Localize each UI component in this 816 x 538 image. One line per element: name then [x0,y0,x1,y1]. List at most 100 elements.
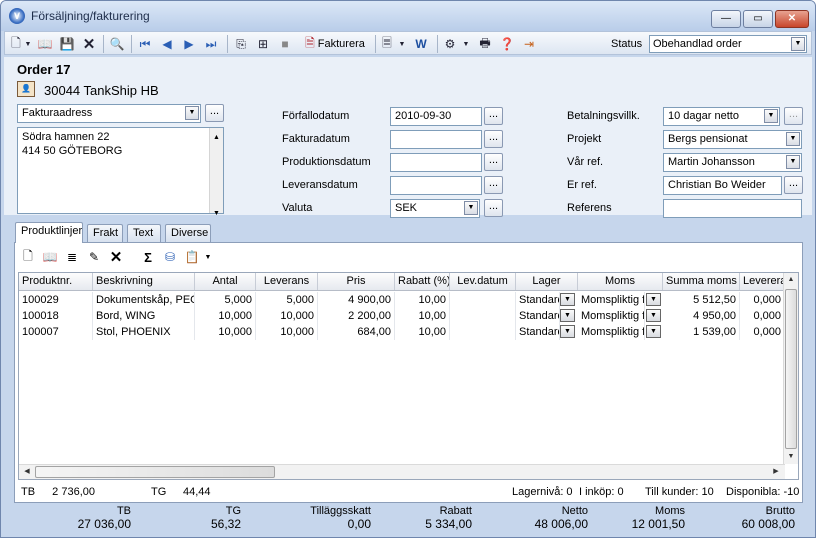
chevron-down-icon[interactable]: ▼ [646,309,661,322]
cell-delivery[interactable]: 5,000 [256,292,318,308]
cell-to-deliver[interactable]: 0,000 [740,324,785,340]
chevron-down-icon[interactable]: ▼ [646,325,661,338]
catalog-icon[interactable]: 📖 [41,248,59,266]
new-document-icon[interactable]: 🗋 [9,35,23,53]
invoice-date-picker-button[interactable]: ... [484,130,503,148]
tab-product-lines[interactable]: Produktlinjer [15,222,83,243]
print-icon[interactable]: 🖶 [475,35,495,53]
chevron-down-icon[interactable]: ▼ [464,201,478,215]
chevron-down-icon[interactable]: ▼ [764,109,778,123]
save-icon[interactable]: 💾 [57,35,77,53]
delete-row-icon[interactable]: ✕ [107,248,125,266]
cell-quantity[interactable]: 10,000 [195,324,256,340]
scroll-left-icon[interactable]: ◀ [20,467,34,475]
cell-vat[interactable]: Momspliktig fö [578,292,645,308]
our-ref-select[interactable]: Martin Johansson ▼ [663,153,802,172]
column-header-discount[interactable]: Rabatt (%) [395,273,450,290]
cell-discount[interactable]: 10,00 [395,292,450,308]
cell-description[interactable]: Bord, WING [93,308,195,324]
grid-vertical-scrollbar[interactable]: ▲ ▼ [783,273,798,464]
chevron-down-icon[interactable]: ▼ [185,106,199,120]
invoice-button[interactable]: 🗎 Fakturera [299,35,371,53]
cell-vat-sum[interactable]: 4 950,00 [663,308,740,324]
cell-description[interactable]: Stol, PHOENIX [93,324,195,340]
chevron-down-icon[interactable]: ▼ [786,155,800,169]
last-record-icon[interactable]: ⏭ [201,35,221,53]
cell-price[interactable]: 684,00 [318,324,395,340]
cell-delivery-date[interactable] [450,308,516,324]
address-scrollbar[interactable]: ▲ ▼ [209,128,223,217]
currency-select[interactable]: SEK ▼ [390,199,480,218]
horizontal-scroll-thumb[interactable] [35,466,275,478]
previous-record-icon[interactable]: ◀ [157,35,177,53]
cell-price[interactable]: 4 900,00 [318,292,395,308]
first-record-icon[interactable]: ⏮ [135,35,155,53]
column-header-stock[interactable]: Lager [516,273,578,290]
cell-price[interactable]: 2 200,00 [318,308,395,324]
chevron-down-icon[interactable]: ▼ [646,293,661,306]
copy-icon[interactable]: ⎘ [231,35,251,53]
payment-terms-select[interactable]: 10 dagar netto ▼ [663,107,780,126]
cell-delivery-date[interactable] [450,324,516,340]
column-header-vat-sum[interactable]: Summa moms [663,273,740,290]
cell-discount[interactable]: 10,00 [395,324,450,340]
tab-misc[interactable]: Diverse [165,224,211,242]
cell-stock[interactable]: Standard [516,324,560,340]
vertical-scroll-thumb[interactable] [785,289,797,449]
address-type-select[interactable]: Fakturaadress ▼ [17,104,201,123]
address-textarea[interactable]: Södra hamnen 22 414 50 GÖTEBORG ▲ ▼ [17,127,224,217]
stock-icon[interactable]: ⛁ [161,248,179,266]
column-header-quantity[interactable]: Antal [195,273,256,290]
minimize-button[interactable]: — [711,10,741,28]
help-icon[interactable]: ❓ [497,35,517,53]
column-header-vat[interactable]: Moms [578,273,663,290]
due-date-input[interactable]: 2010-09-30 [390,107,482,126]
cell-vat-sum[interactable]: 5 512,50 [663,292,740,308]
scroll-down-icon[interactable]: ▼ [784,453,798,460]
edit-row-icon[interactable]: ✎ [85,248,103,266]
cell-to-deliver[interactable]: 0,000 [740,292,785,308]
cell-stock[interactable]: Standard [516,292,560,308]
open-book-icon[interactable]: 📖 [35,35,55,53]
cell-quantity[interactable]: 10,000 [195,308,256,324]
cell-discount[interactable]: 10,00 [395,308,450,324]
delivery-date-input[interactable] [390,176,482,195]
settings-icon[interactable]: ⚙ [441,35,459,53]
search-icon[interactable]: 🔍 [107,35,127,53]
settings-dropdown-icon[interactable]: ▼ [461,35,471,53]
customer-card-icon[interactable]: 👤 [17,81,35,97]
insert-row-icon[interactable]: ≣ [63,248,81,266]
new-row-icon[interactable]: 🗋 [19,248,37,266]
cell-product-nr[interactable]: 100018 [19,308,93,324]
column-header-description[interactable]: Beskrivning [93,273,195,290]
chevron-down-icon[interactable]: ▼ [560,309,575,322]
paste-icon[interactable]: 📋 [183,248,201,266]
column-header-product-nr[interactable]: Produktnr. [19,273,93,290]
project-select[interactable]: Bergs pensionat ▼ [663,130,802,149]
column-header-price[interactable]: Pris [318,273,395,290]
new-dropdown-icon[interactable]: ▼ [23,35,33,53]
cell-stock[interactable]: Standard [516,308,560,324]
column-header-delivery-date[interactable]: Lev.datum [450,273,516,290]
maximize-button[interactable]: ▭ [743,10,773,28]
due-date-picker-button[interactable]: ... [484,107,503,125]
cell-vat-sum[interactable]: 1 539,00 [663,324,740,340]
close-button[interactable]: ✕ [775,10,809,28]
column-header-to-deliver[interactable]: Leverera [740,273,785,290]
your-ref-browse-button[interactable]: ... [784,176,803,194]
chevron-down-icon[interactable]: ▼ [560,293,575,306]
production-date-picker-button[interactable]: ... [484,153,503,171]
your-ref-input[interactable]: Christian Bo Weider [663,176,782,195]
currency-browse-button[interactable]: ... [484,199,503,217]
cell-product-nr[interactable]: 100029 [19,292,93,308]
chevron-down-icon[interactable]: ▼ [560,325,575,338]
hierarchy-icon[interactable]: ⊞ [253,35,273,53]
status-select[interactable]: Obehandlad order ▼ [649,35,807,53]
cell-product-nr[interactable]: 100007 [19,324,93,340]
report-icon[interactable]: 🗏 [379,35,395,53]
sum-icon[interactable]: Σ [139,248,157,266]
tab-text[interactable]: Text [127,224,161,242]
tab-freight[interactable]: Frakt [87,224,123,242]
cell-to-deliver[interactable]: 0,000 [740,308,785,324]
report-dropdown-icon[interactable]: ▼ [397,35,407,53]
